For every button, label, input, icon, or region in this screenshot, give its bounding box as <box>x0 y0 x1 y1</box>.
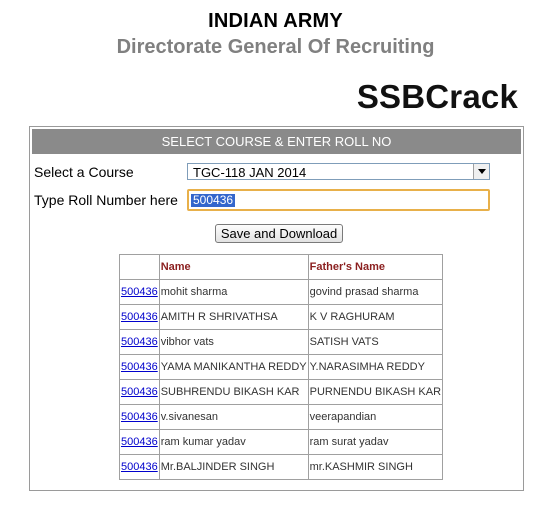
roll-cell[interactable]: 500436 <box>119 404 160 430</box>
father-name-cell: ram surat yadav <box>307 429 444 455</box>
roll-number-link[interactable]: 500436 <box>121 311 158 323</box>
father-name-cell: mr.KASHMIR SINGH <box>307 454 444 480</box>
roll-cell[interactable]: 500436 <box>119 279 160 305</box>
table-row: 500436 Mr.BALJINDER SINGH mr.KASHMIR SINGH <box>119 454 444 480</box>
name-cell: Mr.BALJINDER SINGH <box>158 454 309 480</box>
table-header-row: Name Father's Name <box>119 254 444 280</box>
roll-number-link[interactable]: 500436 <box>121 436 158 448</box>
roll-cell[interactable]: 500436 <box>119 379 160 405</box>
roll-number-link[interactable]: 500436 <box>121 386 158 398</box>
table-row: 500436 YAMA MANIKANTHA REDDY Y.NARASIMHA R… <box>119 354 444 380</box>
roll-number-link[interactable]: 500436 <box>121 286 158 298</box>
results-table: Name Father's Name 500436 mohit sharma gov… <box>119 254 444 480</box>
name-cell: AMITH R SHRIVATHSA <box>158 304 309 330</box>
name-cell: ram kumar yadav <box>158 429 309 455</box>
roll-cell[interactable]: 500436 <box>119 354 160 380</box>
table-row: 500436 ram kumar yadav ram surat yadav <box>119 429 444 455</box>
father-name-cell: K V RAGHURAM <box>307 304 444 330</box>
name-cell: YAMA MANIKANTHA REDDY <box>158 354 309 380</box>
roll-label: Type Roll Number here <box>34 192 178 208</box>
brand-logo: SSBCrack <box>356 78 518 115</box>
roll-cell[interactable]: 500436 <box>119 454 160 480</box>
roll-number-link[interactable]: 500436 <box>121 336 158 348</box>
course-select-value: TGC-118 JAN 2014 <box>193 165 307 180</box>
roll-number-link[interactable]: 500436 <box>121 411 158 423</box>
table-row: 500436 mohit sharma govind prasad sharma <box>119 279 444 305</box>
column-header-father: Father's Name <box>307 254 444 280</box>
roll-cell[interactable]: 500436 <box>119 329 160 355</box>
name-cell: mohit sharma <box>158 279 309 305</box>
table-row: 500436 AMITH R SHRIVATHSA K V RAGHURAM <box>119 304 444 330</box>
roll-number-value: 500436 <box>191 193 236 207</box>
name-cell: vibhor vats <box>158 329 309 355</box>
page-title: INDIAN ARMY <box>208 10 343 32</box>
father-name-cell: Y.NARASIMHA REDDY <box>307 354 444 380</box>
column-header-name: Name <box>158 254 309 280</box>
roll-number-link[interactable]: 500436 <box>121 461 158 473</box>
page-subtitle: Directorate General Of Recruiting <box>116 36 435 58</box>
column-header-roll <box>119 254 160 280</box>
father-name-cell: PURNENDU BIKASH KAR <box>307 379 444 405</box>
roll-cell[interactable]: 500436 <box>119 429 160 455</box>
roll-number-link[interactable]: 500436 <box>121 361 158 373</box>
name-cell: v.sivanesan <box>158 404 309 430</box>
course-label: Select a Course <box>34 164 134 180</box>
panel-heading: SELECT COURSE & ENTER ROLL NO <box>32 129 521 154</box>
course-select[interactable]: TGC-118 JAN 2014 <box>187 163 490 180</box>
table-row: 500436 SUBHRENDU BIKASH KAR PURNENDU BIKAS… <box>119 379 444 405</box>
father-name-cell: govind prasad sharma <box>307 279 444 305</box>
name-cell: SUBHRENDU BIKASH KAR <box>158 379 309 405</box>
save-download-button[interactable]: Save and Download <box>215 224 343 243</box>
father-name-cell: veerapandian <box>307 404 444 430</box>
father-name-cell: SATISH VATS <box>307 329 444 355</box>
table-row: 500436 vibhor vats SATISH VATS <box>119 329 444 355</box>
chevron-down-icon[interactable] <box>473 164 489 179</box>
course-roll-panel: SELECT COURSE & ENTER ROLL NO Select a C… <box>29 126 524 491</box>
table-row: 500436 v.sivanesan veerapandian <box>119 404 444 430</box>
roll-number-input[interactable]: 500436 <box>187 189 490 211</box>
roll-cell[interactable]: 500436 <box>119 304 160 330</box>
